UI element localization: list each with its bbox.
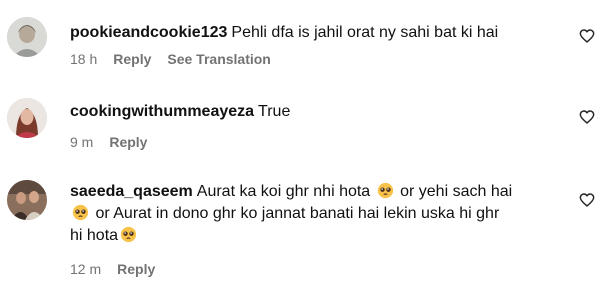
username[interactable]: saeeda_qaseem	[70, 183, 193, 200]
username[interactable]: cookingwithummeayeza	[70, 103, 254, 120]
comment-text-part-4: hi hota	[70, 227, 119, 244]
comment-text-part-1: Aurat ka koi ghr nhi hota	[196, 183, 371, 200]
timestamp[interactable]: 9 m	[70, 133, 93, 151]
heart-icon[interactable]	[579, 28, 595, 44]
comment-text-part-3: or Aurat in dono ghr ko jannat banati ha…	[95, 205, 500, 222]
username[interactable]: pookieandcookie123	[70, 24, 227, 41]
heart-icon[interactable]	[579, 109, 595, 125]
pleading-face-emoji	[72, 204, 89, 221]
avatar-image	[7, 17, 47, 57]
comment-text-part-2: or yehi sach hai	[400, 183, 513, 200]
avatar-image	[7, 98, 47, 138]
avatar[interactable]	[7, 17, 47, 57]
avatar-image	[7, 180, 47, 220]
reply-button[interactable]: Reply	[113, 50, 151, 68]
reply-button[interactable]: Reply	[109, 133, 147, 151]
comment-text: Pehli dfa is jahil orat ny sahi bat ki h…	[231, 24, 499, 41]
reply-button[interactable]: Reply	[117, 260, 155, 278]
avatar[interactable]	[7, 98, 47, 138]
pleading-face-emoji	[120, 226, 137, 243]
see-translation-button[interactable]: See Translation	[167, 50, 270, 68]
heart-icon[interactable]	[579, 192, 595, 208]
timestamp[interactable]: 12 m	[70, 260, 101, 278]
avatar[interactable]	[7, 180, 47, 220]
pleading-face-emoji	[377, 182, 393, 199]
comment-text: True	[258, 103, 291, 120]
timestamp[interactable]: 18 h	[70, 50, 97, 68]
